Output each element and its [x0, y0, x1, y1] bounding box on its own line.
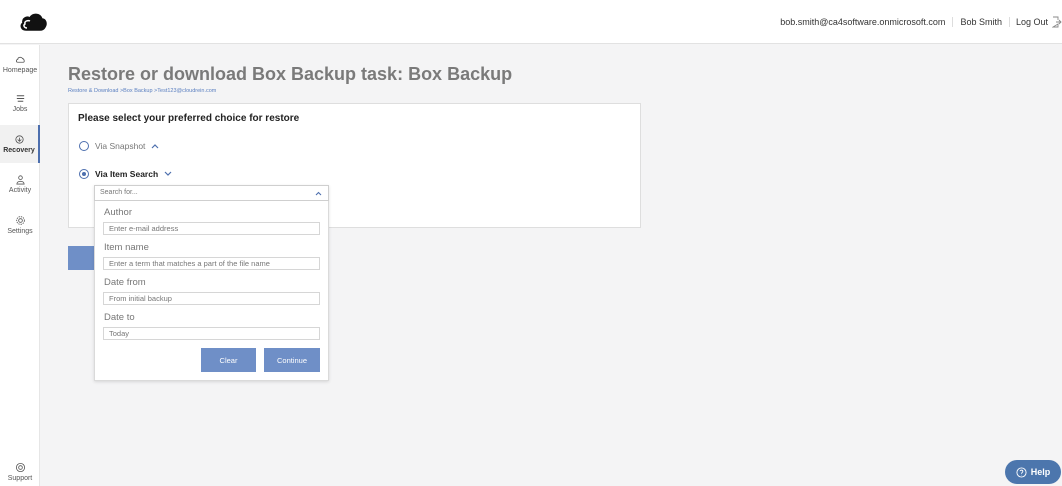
- jobs-icon: [16, 95, 24, 102]
- continue-button[interactable]: Continue: [264, 348, 320, 372]
- question-icon: [1016, 466, 1027, 478]
- author-label: Author: [104, 207, 132, 218]
- radio-via-item-search[interactable]: [79, 169, 89, 179]
- breadcrumb[interactable]: Restore & Download >Box Backup >Test123@…: [68, 88, 216, 94]
- person-icon: [15, 175, 25, 185]
- date-to-label: Date to: [104, 312, 135, 323]
- logout-button[interactable]: Log Out: [1010, 16, 1062, 28]
- help-label: Help: [1030, 467, 1051, 477]
- sidebar-item-label: Homepage: [2, 67, 38, 74]
- sidebar-item-settings[interactable]: Settings: [0, 215, 40, 245]
- author-field[interactable]: Enter e-mail address: [103, 222, 320, 235]
- date-from-field[interactable]: From initial backup: [103, 292, 320, 305]
- page-title: Restore or download Box Backup task: Box…: [68, 64, 513, 84]
- sidebar-item-label: Recovery: [3, 147, 35, 154]
- sidebar-item-label: Settings: [7, 228, 33, 235]
- item-name-field[interactable]: Enter a term that matches a part of the …: [103, 257, 320, 270]
- sidebar-item-label: Jobs: [12, 106, 28, 113]
- support-icon: [15, 462, 25, 473]
- sidebar-item-homepage[interactable]: Homepage: [0, 54, 40, 84]
- option-via-snapshot-label: Via Snapshot: [95, 141, 146, 151]
- help-button[interactable]: Help: [1005, 460, 1061, 484]
- restore-card-title: Please select your preferred choice for …: [78, 113, 300, 124]
- search-placeholder: Search for...: [100, 189, 138, 196]
- sidebar-item-label: Support: [7, 475, 33, 482]
- logout-icon: [1052, 16, 1062, 28]
- sidebar-item-label: Activity: [8, 187, 32, 194]
- top-bar: bob.smith@ca4software.onmicrosoft.com Bo…: [0, 0, 1062, 44]
- option-via-item-search[interactable]: Via Item Search: [79, 169, 172, 179]
- date-from-label: Date from: [104, 277, 146, 288]
- user-name[interactable]: Bob Smith: [952, 17, 1010, 27]
- sidebar-item-support[interactable]: Support: [0, 462, 40, 486]
- sidebar-item-recovery[interactable]: Recovery: [0, 125, 40, 163]
- gear-icon: [15, 216, 25, 225]
- option-via-item-search-label: Via Item Search: [95, 169, 159, 179]
- chevron-up-icon[interactable]: [151, 143, 159, 149]
- cloud-logo-icon[interactable]: [18, 10, 48, 34]
- sidebar: Homepage Jobs Recovery Activity Settings…: [0, 45, 40, 486]
- clear-button[interactable]: Clear: [201, 348, 256, 372]
- user-email: bob.smith@ca4software.onmicrosoft.com: [780, 17, 946, 27]
- radio-via-snapshot[interactable]: [79, 141, 89, 151]
- restore-action-button[interactable]: [68, 246, 95, 270]
- recovery-icon: [14, 135, 24, 144]
- cloud-icon: [15, 56, 25, 63]
- option-via-snapshot[interactable]: Via Snapshot: [79, 141, 159, 151]
- chevron-up-icon[interactable]: [315, 191, 322, 196]
- sidebar-item-activity[interactable]: Activity: [0, 174, 40, 204]
- search-input[interactable]: Search for...: [94, 185, 329, 201]
- chevron-down-icon[interactable]: [164, 171, 172, 177]
- logout-label: Log Out: [1015, 17, 1048, 27]
- sidebar-item-jobs[interactable]: Jobs: [0, 93, 40, 123]
- item-name-label: Item name: [104, 242, 149, 253]
- date-to-field[interactable]: Today: [103, 327, 320, 340]
